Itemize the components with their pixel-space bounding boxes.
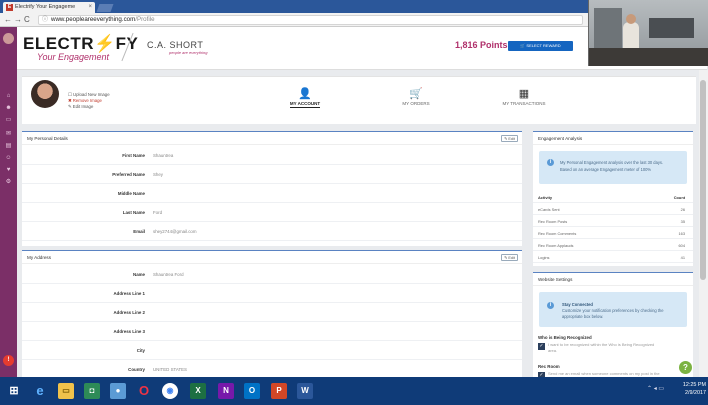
panel-title: Engagement Analysis bbox=[533, 132, 693, 145]
url-path: /Profile bbox=[135, 16, 155, 23]
webcam-overlay bbox=[588, 0, 708, 66]
info-icon: i bbox=[547, 302, 554, 309]
field-row: Preferred Name Shey bbox=[22, 165, 522, 184]
taskbar-clock[interactable]: 12:25 PM 2/9/2017 bbox=[670, 381, 706, 397]
windows-start-icon[interactable]: ⊞ bbox=[6, 383, 22, 399]
app-icon[interactable]: ● bbox=[110, 383, 126, 399]
bolt-icon: ⚡ bbox=[94, 34, 116, 53]
panel-title: My Personal Details bbox=[22, 132, 522, 145]
page-scrollbar[interactable] bbox=[699, 70, 708, 377]
engagement-info: i My Personal Engagement analysis over t… bbox=[539, 151, 687, 184]
website-settings-panel: Website Settings i Stay Connected Custom… bbox=[533, 272, 693, 379]
edit-address-button[interactable]: ✎ Edit bbox=[501, 254, 518, 261]
client-slogan: people are everything bbox=[169, 50, 208, 55]
help-button[interactable]: ? bbox=[679, 361, 692, 374]
table-icon: ▦ bbox=[518, 88, 530, 100]
edit-image-link[interactable]: ✎ Edit Image bbox=[68, 104, 110, 110]
section-heading: Rec Room bbox=[538, 364, 560, 369]
user-avatar-icon[interactable] bbox=[3, 33, 14, 44]
account-icon: 👤 bbox=[298, 88, 312, 100]
section-heading: Who is Being Recognized bbox=[538, 335, 592, 340]
store-icon[interactable]: ◘ bbox=[84, 383, 100, 399]
brand-tagline: Your Engagement bbox=[37, 52, 110, 62]
people-icon[interactable]: ☻ bbox=[5, 105, 12, 111]
forward-icon[interactable]: → bbox=[14, 15, 22, 25]
app-sidebar: ⌂ ☻ ▭ ✉ ▤ ☺ ♥ ⚙ ! bbox=[0, 27, 17, 377]
address-panel: My Address ✎ Edit Name Shauntrea Ford Add… bbox=[22, 250, 522, 379]
powerpoint-icon[interactable]: P bbox=[271, 383, 287, 399]
opera-icon[interactable]: O bbox=[136, 383, 152, 399]
scrollbar-thumb[interactable] bbox=[700, 80, 706, 280]
chat-icon[interactable]: ▤ bbox=[5, 143, 12, 149]
file-explorer-icon[interactable]: ▭ bbox=[58, 383, 74, 399]
home-icon[interactable]: ⌂ bbox=[5, 93, 12, 99]
activity-row: Rec Room Comments 163 bbox=[533, 228, 693, 239]
tab-my-account[interactable]: 👤 MY ACCOUNT bbox=[265, 87, 345, 108]
edit-personal-button[interactable]: ✎ Edit bbox=[501, 135, 518, 142]
activity-row: Logins 41 bbox=[533, 252, 693, 263]
profile-image-actions: ☐ Upload New Image ✖ Remove Image ✎ Edit… bbox=[68, 92, 110, 110]
panel-title: My Address bbox=[22, 251, 522, 264]
profile-avatar bbox=[31, 80, 59, 108]
points-balance: 1,816 Points bbox=[455, 40, 508, 50]
activity-row: Rec Room Posts 35 bbox=[533, 216, 693, 227]
engagement-panel: Engagement Analysis i My Personal Engage… bbox=[533, 131, 693, 266]
trophy-icon[interactable]: ♥ bbox=[5, 167, 12, 173]
new-tab-button[interactable] bbox=[96, 4, 114, 12]
mail-icon[interactable]: ✉ bbox=[5, 131, 12, 137]
excel-icon[interactable]: X bbox=[190, 383, 206, 399]
url-domain: www.peoplearеeverything.com bbox=[51, 16, 136, 23]
favicon-icon: E bbox=[6, 4, 13, 11]
personal-details-panel: My Personal Details ✎ Edit First Name Sha… bbox=[22, 131, 522, 246]
tab-my-orders[interactable]: 🛒 MY ORDERS bbox=[376, 87, 456, 106]
browser-tab[interactable]: E Electrify Your Engageme × bbox=[3, 2, 95, 13]
info-icon: i bbox=[547, 159, 554, 166]
select-reward-button[interactable]: 🛒 SELECT REWARD bbox=[508, 41, 573, 51]
field-row: Name Shauntrea Ford bbox=[22, 265, 522, 284]
stay-connected-info: i Stay Connected Customize your notifica… bbox=[539, 292, 687, 327]
reload-icon[interactable]: C bbox=[24, 15, 30, 25]
group-icon[interactable]: ☺ bbox=[5, 155, 12, 161]
tab-title: Electrify Your Engageme bbox=[15, 4, 76, 10]
activity-row: eCards Sent 26 bbox=[533, 204, 693, 215]
field-row: Middle Name bbox=[22, 184, 522, 203]
field-row: Last Name Ford bbox=[22, 203, 522, 222]
activity-row: Rec Room Applauds 604 bbox=[533, 240, 693, 251]
outlook-icon[interactable]: O bbox=[244, 383, 260, 399]
settings-icon[interactable]: ⚙ bbox=[5, 179, 12, 185]
tab-label: MY TRANSACTIONS bbox=[502, 101, 546, 106]
tab-label: MY ACCOUNT bbox=[289, 101, 321, 108]
notification-icon[interactable]: ! bbox=[3, 355, 14, 366]
url-input[interactable]: ⓘ www.peoplearеeverything.com/Profile bbox=[38, 15, 583, 25]
client-logo: C.A. SHORT bbox=[147, 40, 204, 50]
field-row: Address Line 1 bbox=[22, 284, 522, 303]
panel-title: Website Settings bbox=[533, 273, 693, 286]
chrome-icon[interactable]: ◉ bbox=[162, 383, 178, 399]
tab-my-transactions[interactable]: ▦ MY TRANSACTIONS bbox=[484, 87, 564, 106]
recognized-checkbox-row[interactable]: ✓ I want to be recognized within the Who… bbox=[538, 342, 688, 353]
tab-close-icon[interactable]: × bbox=[88, 2, 92, 13]
tab-label: MY ORDERS bbox=[402, 101, 430, 106]
cart-icon[interactable]: ▭ bbox=[5, 117, 12, 123]
back-icon[interactable]: ← bbox=[4, 15, 12, 25]
profile-card: ☐ Upload New Image ✖ Remove Image ✎ Edit… bbox=[22, 76, 696, 124]
rec-room-checkbox-row[interactable]: ✓ Send me an email when someone comments… bbox=[538, 371, 688, 379]
ie-icon[interactable]: e bbox=[32, 383, 48, 399]
field-row: Email shey2744@gmail.com bbox=[22, 222, 522, 241]
word-icon[interactable]: W bbox=[297, 383, 313, 399]
system-tray-icons[interactable]: ⌃ ◂ ▭ bbox=[647, 385, 664, 392]
cart-icon: 🛒 bbox=[409, 88, 423, 100]
info-icon: ⓘ bbox=[42, 17, 49, 23]
field-row: City bbox=[22, 341, 522, 360]
windows-taskbar: ⊞ e ▭ ◘ ● O ◉ X N O P W ⌃ ◂ ▭ 12:25 PM 2… bbox=[0, 377, 708, 405]
brand-logo[interactable]: ELECTR⚡FY bbox=[23, 35, 138, 53]
field-row: Address Line 3 bbox=[22, 322, 522, 341]
screen: E Electrify Your Engageme × ← → C ⓘ www.… bbox=[0, 0, 708, 405]
activity-header: Activity Count bbox=[533, 192, 693, 203]
checkbox-checked-icon[interactable]: ✓ bbox=[538, 343, 545, 350]
field-row: First Name Shauntrea bbox=[22, 146, 522, 165]
field-row: Address Line 2 bbox=[22, 303, 522, 322]
onenote-icon[interactable]: N bbox=[218, 383, 234, 399]
